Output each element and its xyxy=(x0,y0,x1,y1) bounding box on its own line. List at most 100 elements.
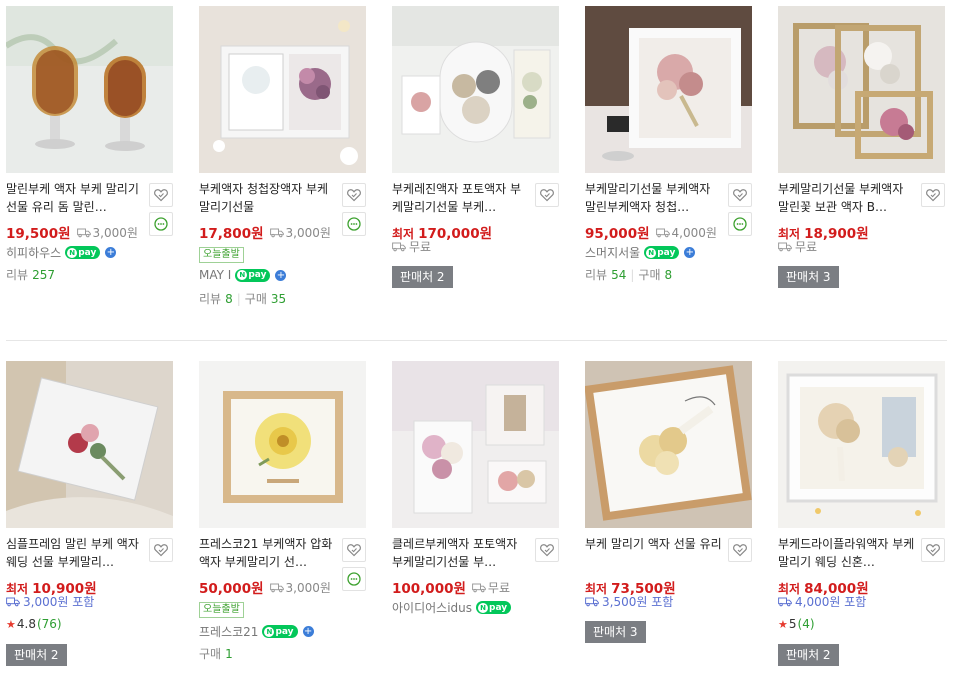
npay-badge: Npay xyxy=(644,246,680,259)
purchase-label: 구매 xyxy=(199,647,222,661)
chat-icon xyxy=(346,571,362,587)
npay-plus-icon: + xyxy=(684,247,696,258)
shipping-info-text: 3,000원 포함 xyxy=(23,595,95,609)
wishlist-button[interactable] xyxy=(728,183,752,207)
wishlist-button[interactable] xyxy=(535,183,559,207)
product-image[interactable] xyxy=(392,6,559,173)
seller-name[interactable]: MAY I xyxy=(199,268,231,282)
shipping-info: 무료 xyxy=(778,238,817,255)
review-count[interactable]: 8 xyxy=(225,292,233,306)
seller-name[interactable]: 스머지서울 xyxy=(585,244,640,261)
shipping-info: 무료 xyxy=(392,238,431,255)
truck-icon xyxy=(392,241,406,252)
product-image[interactable] xyxy=(392,361,559,528)
seller-name[interactable]: 히피하우스 xyxy=(6,244,61,261)
shipping-fee-text: 3,000원 xyxy=(285,226,331,240)
seller-compare-button[interactable]: 판매처 3 xyxy=(585,621,646,643)
npay-badge: Npay xyxy=(476,601,512,614)
npay-badge: Npay xyxy=(262,625,298,638)
product-image[interactable] xyxy=(585,361,752,528)
seller-name[interactable]: 아이디어스idus xyxy=(392,599,472,616)
product-image[interactable] xyxy=(199,361,366,528)
heart-icon xyxy=(539,187,555,203)
product-card: 부케말리기선물 부케액자 말린부케액자 청첩… 95,000원 4,000원스머지서… xyxy=(585,0,771,320)
product-image[interactable] xyxy=(585,6,752,173)
product-price: 50,000원 xyxy=(199,581,264,597)
price-line: 19,500원 3,000원 xyxy=(6,222,138,242)
product-image[interactable] xyxy=(778,361,945,528)
product-image[interactable] xyxy=(6,6,173,173)
review-label[interactable]: 리뷰 xyxy=(199,290,221,307)
review-label[interactable]: 리뷰 xyxy=(6,266,28,283)
product-row-1: 말린부케 액자 부케 말리기 선물 유리 돔 말린… 19,500원 3,000원 히… xyxy=(0,0,953,320)
wishlist-button[interactable] xyxy=(728,538,752,562)
product-title[interactable]: 프레스코21 부케액자 압화액자 부케말리기 선… xyxy=(199,535,337,571)
seller-compare-button[interactable]: 판매처 2 xyxy=(6,644,67,666)
product-title[interactable]: 심플프레임 말린 부케 액자 웨딩 선물 부케말리… xyxy=(6,535,144,571)
rating: ★ 4.8 (76) xyxy=(6,617,62,631)
product-image[interactable] xyxy=(6,361,173,528)
seller-compare-button[interactable]: 판매처 2 xyxy=(778,644,839,666)
talk-button[interactable] xyxy=(342,567,366,591)
today-dispatch-badge: 오늘출발 xyxy=(199,247,244,263)
wishlist-button[interactable] xyxy=(921,183,945,207)
stats-separator: | xyxy=(236,291,241,306)
product-title[interactable]: 부케레진액자 포토액자 부케말리기선물 부케… xyxy=(392,180,530,216)
shipping-info: 3,000원 포함 xyxy=(6,593,94,610)
truck-icon xyxy=(585,596,599,607)
product-title[interactable]: 부케 말리기 액자 선물 유리 xyxy=(585,535,723,553)
shipping-fee: 3,000원 xyxy=(270,224,331,241)
product-image[interactable] xyxy=(199,6,366,173)
seller-compare-button[interactable]: 판매처 3 xyxy=(778,266,839,288)
talk-button[interactable] xyxy=(149,212,173,236)
wishlist-button[interactable] xyxy=(342,183,366,207)
npay-text: pay xyxy=(657,247,676,258)
chat-icon xyxy=(346,216,362,232)
chat-icon xyxy=(153,216,169,232)
wishlist-button[interactable] xyxy=(535,538,559,562)
npay-text: pay xyxy=(78,247,97,258)
wishlist-button[interactable] xyxy=(921,538,945,562)
shipping-fee-text: 4,000원 xyxy=(671,226,717,240)
rating-value: 5 xyxy=(788,617,797,631)
truck-icon xyxy=(656,227,670,238)
npay-plus-icon: + xyxy=(275,269,287,281)
product-card: 부케 말리기 액자 선물 유리 최저 73,500원 3,500원 포함 판매처 3 xyxy=(585,355,771,675)
price-line: 95,000원 4,000원 xyxy=(585,222,717,242)
rating-count[interactable]: (76) xyxy=(37,617,62,631)
wishlist-button[interactable] xyxy=(149,538,173,562)
talk-button[interactable] xyxy=(728,212,752,236)
seller-info: 아이디어스idus Npay xyxy=(392,599,512,616)
npay-text: pay xyxy=(489,602,508,613)
shipping-fee-text: 무료 xyxy=(487,581,511,595)
chat-icon xyxy=(732,216,748,232)
product-price: 19,500원 xyxy=(6,226,71,242)
product-title[interactable]: 부케말리기선물 부케액자 말린꽃 보관 액자 B… xyxy=(778,180,916,216)
seller-compare-button[interactable]: 판매처 2 xyxy=(392,266,453,288)
price-line: 50,000원 3,000원 xyxy=(199,577,331,597)
review-label[interactable]: 리뷰 xyxy=(585,266,607,283)
product-title[interactable]: 부케말리기선물 부케액자 말린부케액자 청첩… xyxy=(585,180,723,216)
npay-badge: Npay xyxy=(65,246,101,259)
product-price: 95,000원 xyxy=(585,226,650,242)
heart-icon xyxy=(346,187,362,203)
wishlist-button[interactable] xyxy=(342,538,366,562)
truck-icon xyxy=(472,582,486,593)
seller-name[interactable]: 프레스코21 xyxy=(199,623,258,640)
heart-icon xyxy=(925,187,941,203)
product-title[interactable]: 말린부케 액자 부케 말리기 선물 유리 돔 말린… xyxy=(6,180,144,216)
npay-n-icon: N xyxy=(67,247,78,258)
review-count[interactable]: 257 xyxy=(32,268,55,282)
talk-button[interactable] xyxy=(342,212,366,236)
product-title[interactable]: 부케액자 청첩장액자 부케말리기선물 xyxy=(199,180,337,216)
wishlist-button[interactable] xyxy=(149,183,173,207)
product-title[interactable]: 클레르부케액자 포토액자 부케말리기선물 부… xyxy=(392,535,530,571)
truck-icon xyxy=(270,227,284,238)
shipping-fee: 3,000원 xyxy=(270,579,331,596)
review-count[interactable]: 54 xyxy=(611,268,626,282)
star-icon: ★ xyxy=(6,617,16,631)
npay-plus-icon: + xyxy=(302,626,314,637)
product-image[interactable] xyxy=(778,6,945,173)
rating-count[interactable]: (4) xyxy=(798,617,815,631)
product-title[interactable]: 부케드라이플라워액자 부케말리기 웨딩 신혼… xyxy=(778,535,916,571)
